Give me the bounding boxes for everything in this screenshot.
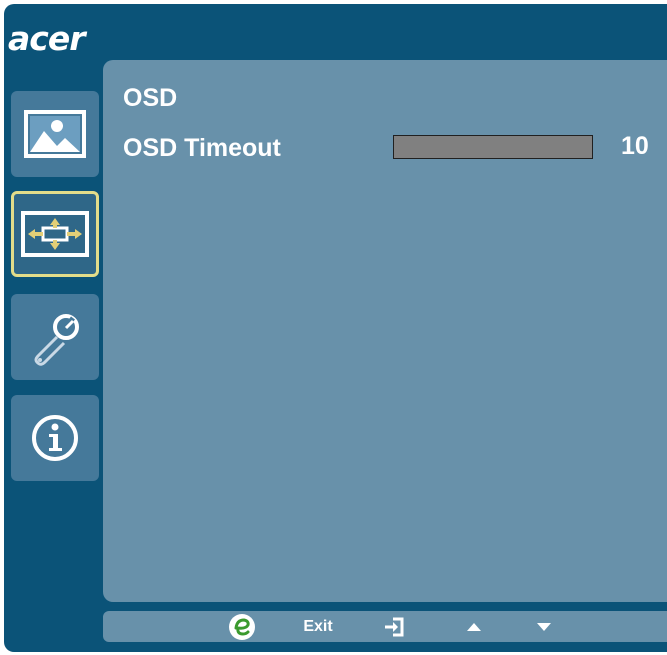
settings-panel: OSD OSD Timeout 10 [103, 60, 667, 602]
osd-timeout-label[interactable]: OSD Timeout [123, 136, 281, 161]
osd-position-icon [21, 211, 89, 257]
up-button[interactable] [459, 611, 489, 642]
key-guide-bar: Exit [103, 611, 667, 642]
osd-timeout-value: 10 [621, 132, 649, 160]
picture-icon [24, 110, 86, 158]
sidebar-item-settings[interactable] [11, 294, 99, 380]
osd-timeout-slider[interactable] [393, 135, 593, 159]
exit-label: Exit [303, 617, 333, 635]
down-button[interactable] [529, 611, 559, 642]
info-icon [32, 415, 78, 461]
sidebar-item-picture[interactable] [11, 91, 99, 177]
up-arrow-icon [467, 622, 481, 631]
enter-button[interactable] [379, 611, 409, 642]
empowering-e-icon [229, 613, 255, 640]
page-title: OSD [123, 84, 178, 112]
sidebar-item-information[interactable] [11, 395, 99, 481]
sidebar-item-osd[interactable] [11, 191, 99, 277]
osd-window: acer OSD OSD Timeout 10 Exit [4, 4, 667, 652]
empowering-button[interactable] [227, 611, 257, 642]
enter-icon [385, 617, 404, 636]
down-arrow-icon [537, 622, 551, 631]
wrench-icon [34, 314, 79, 366]
acer-logo: acer [8, 19, 85, 58]
exit-button[interactable]: Exit [293, 611, 343, 642]
